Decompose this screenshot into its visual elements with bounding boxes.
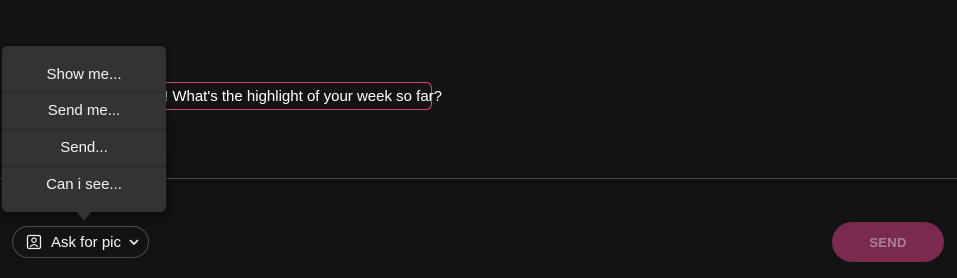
chat-message-text: ! What's the highlight of your week so f… [164,88,443,105]
ask-for-pic-button[interactable]: Ask for pic [12,226,149,258]
ask-for-pic-label: Ask for pic [51,233,122,251]
chat-message: ! What's the highlight of your week so f… [140,82,442,110]
ask-pic-dropdown-menu: Show me... Send me... Send... Can i see.… [2,46,166,212]
dropdown-pointer [77,212,91,221]
menu-item-can-i-see[interactable]: Can i see... [2,167,166,203]
send-button[interactable]: SEND [832,222,944,262]
menu-item-send-me[interactable]: Send me... [2,93,166,130]
chevron-down-icon [128,236,140,248]
selfie-photo-icon [26,234,42,250]
menu-item-send[interactable]: Send... [2,130,166,167]
menu-item-show-me[interactable]: Show me... [2,46,166,93]
